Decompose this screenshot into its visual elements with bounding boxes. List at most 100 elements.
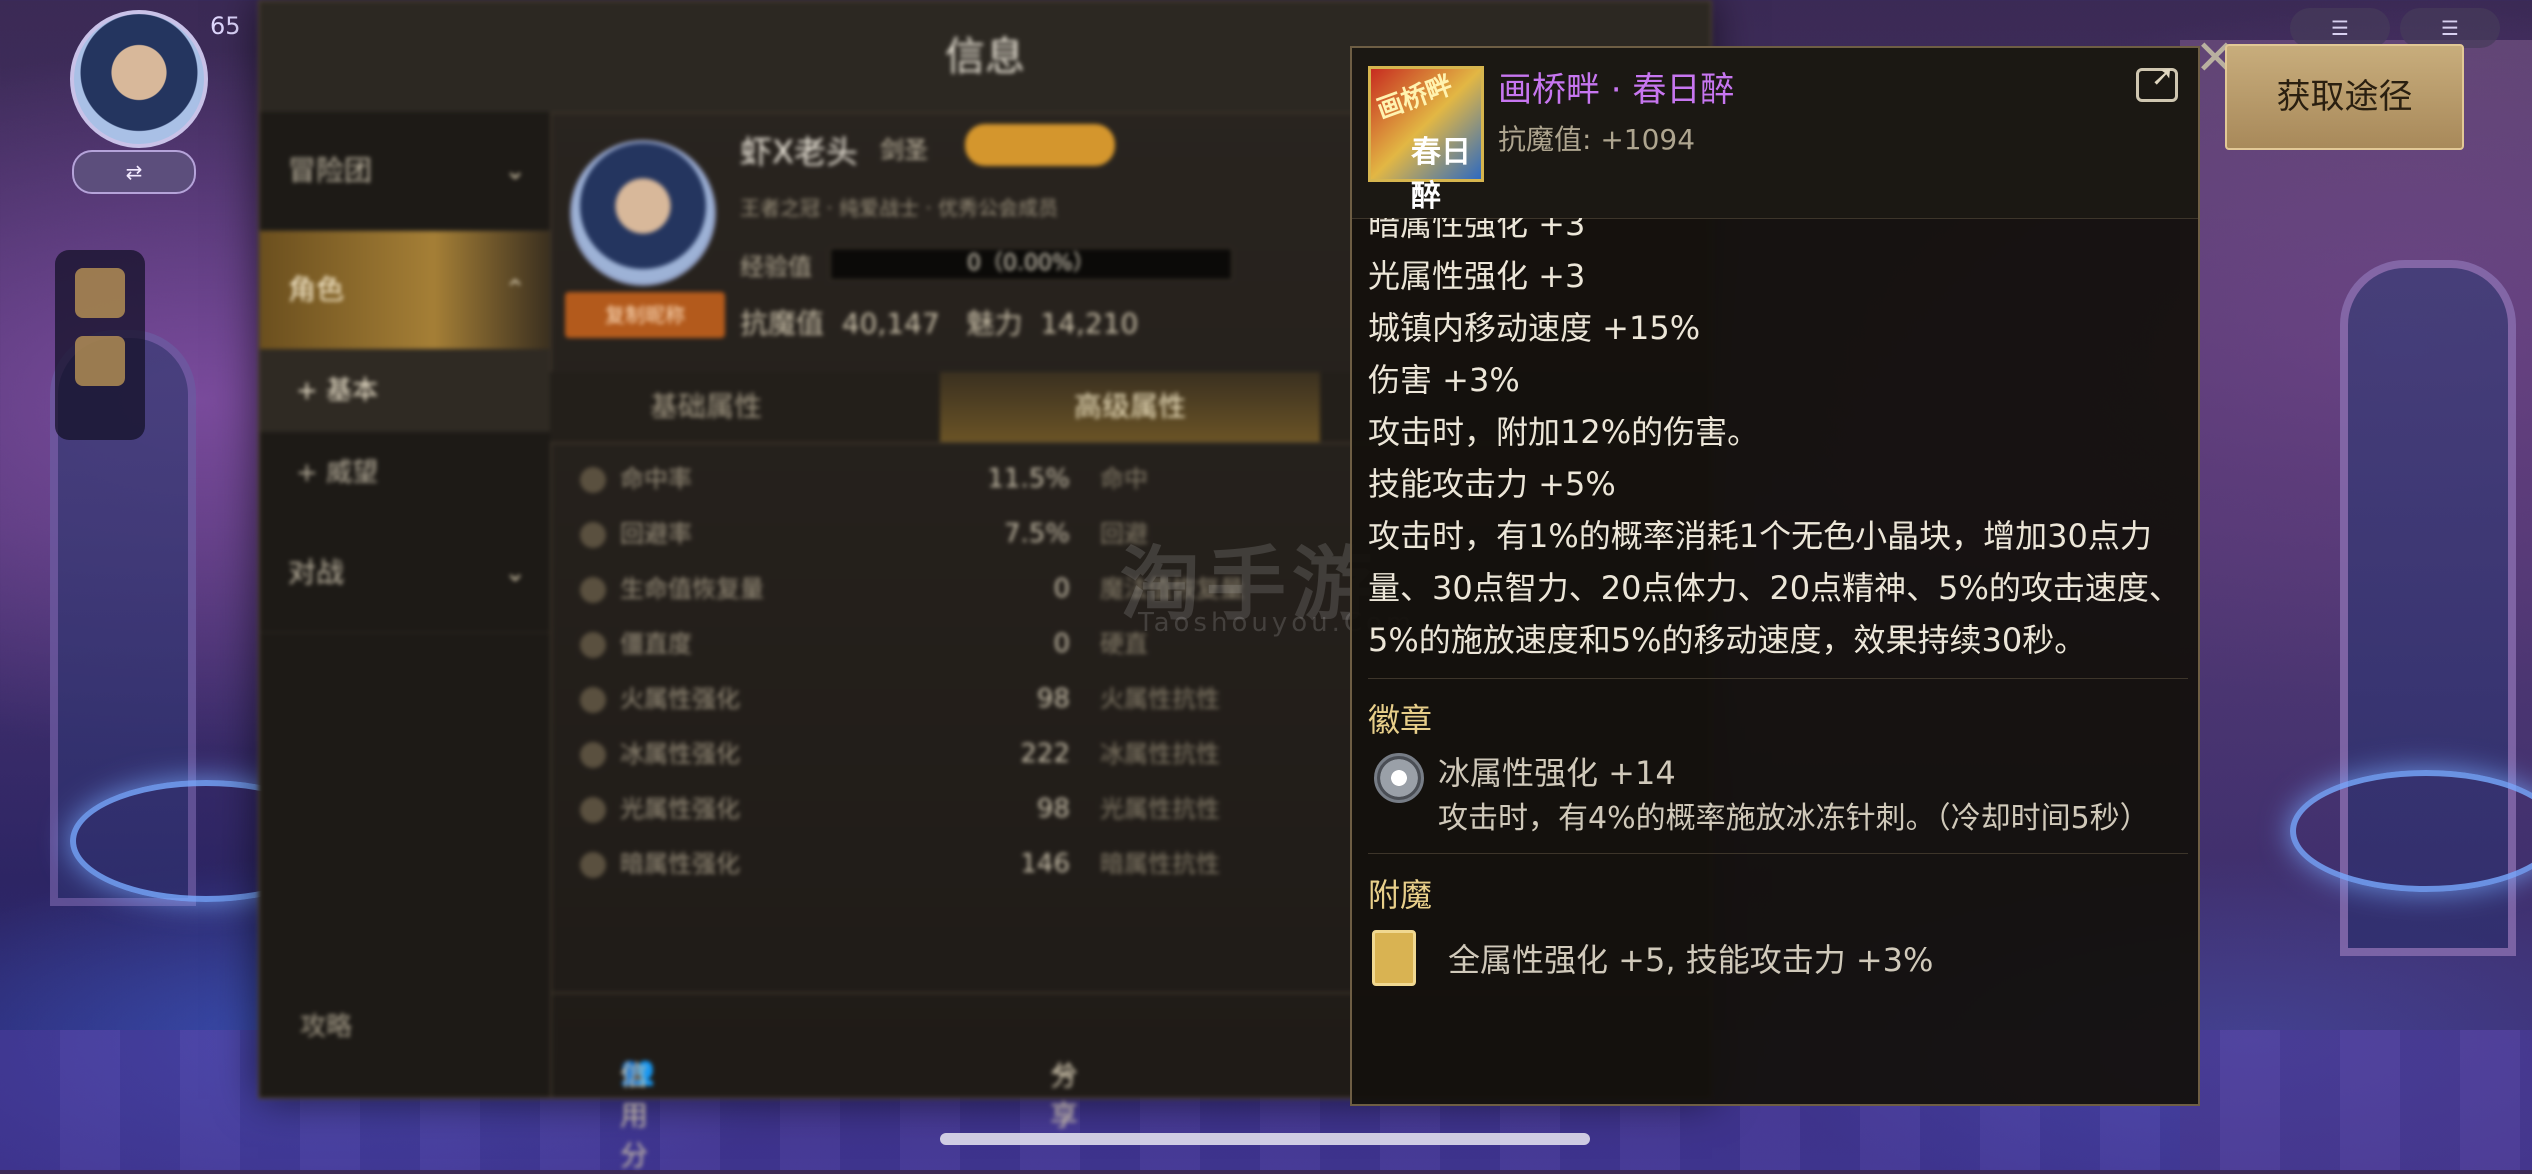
divider: [1368, 853, 2188, 854]
charm-label: 魅力: [966, 307, 1023, 340]
panel-sidebar: 冒险团 ⌄ 角色 ⌃ + 基本 + 威望 对战 ⌄ 攻略: [260, 112, 552, 1097]
item-icon-text-1: 画桥畔: [1373, 70, 1457, 126]
obtain-source-button[interactable]: 获取途径: [2225, 44, 2464, 150]
sidebar-item-battle[interactable]: 对战 ⌄: [260, 514, 550, 633]
item-anti-demon: 抗魔值: +1094: [1498, 123, 1696, 156]
guide-label: 攻略: [300, 1012, 353, 1042]
scroll-icon[interactable]: [75, 268, 125, 318]
home-indicator[interactable]: [940, 1133, 1590, 1145]
item-name: 画桥畔 · 春日醉: [1498, 70, 1735, 110]
attribute-icon: [580, 687, 606, 713]
attribute-icon: [580, 797, 606, 823]
item-effect-paragraph: 攻击时，有1%的概率消耗1个无色小晶块，增加30点力量、30点智力、20点体力、…: [1368, 517, 2181, 659]
enchant-row: 全属性强化 +5, 技能攻击力 +3%: [1368, 924, 2188, 996]
item-stat-line: 暗属性强化 +3: [1368, 218, 1586, 243]
sidebar-sub-basic[interactable]: + 基本: [260, 350, 550, 432]
tab-advanced-attributes[interactable]: 高级属性: [940, 372, 1320, 442]
attribute-value: 98: [1036, 794, 1070, 824]
attribute-row: 命中率 11.5% 命中: [560, 452, 1260, 507]
badge-title: 冰属性强化 +14: [1438, 754, 1676, 792]
hud-status-pill[interactable]: ⇄: [72, 150, 196, 194]
item-stat-line: 城镇内移动速度 +15%: [1368, 309, 1701, 347]
attribute-value: 98: [1036, 684, 1070, 714]
attribute-row: 冰属性强化 222 冰属性抗性: [560, 727, 1260, 782]
attribute-row: 暗属性强化 146 暗属性抗性: [560, 837, 1260, 892]
attribute-label: 回避率: [620, 520, 692, 548]
item-stat-line: 伤害 +3%: [1368, 361, 1520, 399]
attribute-label: 暗属性强化: [620, 850, 740, 878]
item-tooltip: 画桥畔 春日醉 画桥畔 · 春日醉 抗魔值: +1094 暗属性强化 +3 光属…: [1350, 46, 2200, 1106]
item-stat-line: 光属性强化 +3: [1368, 257, 1586, 295]
attribute-list: 命中率 11.5% 命中 回避率 7.5% 回避 生命值恢复量 0 魔法值恢复量 僵直度 0 硬…: [560, 452, 1260, 892]
sidebar-sub-label: 威望: [326, 458, 379, 488]
guild-icon[interactable]: [75, 336, 125, 386]
attribute-value: 222: [1020, 739, 1070, 769]
tooltip-body: 暗属性强化 +3 光属性强化 +3 城镇内移动速度 +15% 伤害 +3% 攻击…: [1368, 218, 2188, 1098]
badge-row: 冰属性强化 +14 攻击时，有4%的概率施放冰冻针刺。（冷却时间5秒）: [1368, 749, 2188, 841]
player-avatar[interactable]: [70, 10, 208, 148]
attribute-row: 火属性强化 98 火属性抗性: [560, 672, 1260, 727]
item-icon-text-2: 春日醉: [1411, 135, 1471, 214]
divider: [1368, 678, 2188, 679]
badge-icon: [1374, 753, 1424, 803]
enchant-text: 全属性强化 +5, 技能攻击力 +3%: [1448, 941, 1934, 979]
badge-section-title: 徽章: [1368, 701, 1433, 739]
attribute-right-label: 命中: [1100, 465, 1148, 493]
tab-basic-attributes[interactable]: 基础属性: [650, 372, 950, 442]
attribute-label: 火属性强化: [620, 685, 740, 713]
attribute-value: 11.5%: [987, 464, 1070, 494]
copy-name-button[interactable]: 复制昵称: [565, 292, 725, 338]
attribute-right-label: 冰属性抗性: [1100, 740, 1220, 768]
share-label: 分享: [1050, 1059, 1079, 1132]
attribute-row: 光属性强化 98 光属性抗性: [560, 782, 1260, 837]
chevron-down-icon: ⌄: [504, 156, 526, 186]
enchant-section-title: 附魔: [1368, 876, 1433, 914]
hud-side-menu[interactable]: [55, 250, 145, 440]
sidebar-item-adventure[interactable]: 冒险团 ⌄: [260, 112, 550, 231]
chevron-up-icon: ⌃: [504, 275, 526, 305]
attribute-icon: [580, 632, 606, 658]
character-stats: 抗魔值 40,147 魅力 14,210: [740, 302, 1138, 342]
item-icon: 画桥畔 春日醉: [1368, 66, 1484, 214]
player-level: 65: [210, 12, 241, 40]
attribute-value: 146: [1020, 849, 1070, 879]
attribute-value: 7.5%: [1003, 519, 1070, 549]
attribute-label: 命中率: [620, 465, 692, 493]
top-menu-button-2[interactable]: ☰: [2400, 8, 2500, 48]
character-avatar: [570, 140, 716, 286]
character-subtitle: 王者之冠 · 纯爱战士 · 优秀公会成员: [740, 196, 1059, 220]
attribute-right-label: 暗属性抗性: [1100, 850, 1220, 878]
character-badge: [965, 124, 1115, 166]
guide-button[interactable]: 攻略: [260, 987, 590, 1067]
badge-description: 攻击时，有4%的概率施放冰冻针刺。（冷却时间5秒）: [1438, 801, 2150, 836]
character-class: 剑圣: [880, 136, 928, 164]
anti-demon-value: 40,147: [841, 307, 940, 340]
exp-bar: 0（0.00%）: [830, 248, 1232, 280]
attribute-label: 僵直度: [620, 630, 692, 658]
charm-value: 14,210: [1040, 307, 1139, 340]
attribute-icon: [580, 467, 606, 493]
enchant-card-icon: [1372, 930, 1416, 986]
item-stat-line: 技能攻击力 +5%: [1368, 465, 1616, 503]
sidebar-item-character[interactable]: 角色 ⌃: [260, 231, 550, 350]
sidebar-sub-label: 基本: [326, 376, 379, 406]
attribute-label: 生命值恢复量: [620, 575, 764, 603]
anti-demon-label: 抗魔值: [740, 307, 825, 340]
exp-label: 经验值: [740, 253, 812, 281]
share-icon[interactable]: [2136, 59, 2178, 102]
credit-label: 信用分: [620, 1059, 649, 1172]
attribute-right-label: 火属性抗性: [1100, 685, 1220, 713]
sidebar-item-label: 对战: [288, 556, 345, 589]
attribute-label: 光属性强化: [620, 795, 740, 823]
sidebar-sub-prestige[interactable]: + 威望: [260, 432, 550, 514]
attribute-icon: [580, 742, 606, 768]
sidebar-item-label: 角色: [288, 273, 345, 306]
attribute-value: 0: [1053, 574, 1070, 604]
top-menu-button-1[interactable]: ☰: [2290, 8, 2390, 48]
attribute-icon: [580, 522, 606, 548]
tooltip-header: 画桥畔 春日醉 画桥畔 · 春日醉 抗魔值: +1094: [1352, 48, 2198, 219]
attribute-label: 冰属性强化: [620, 740, 740, 768]
attribute-value: 0: [1053, 629, 1070, 659]
attribute-icon: [580, 577, 606, 603]
attribute-right-label: 光属性抗性: [1100, 795, 1220, 823]
